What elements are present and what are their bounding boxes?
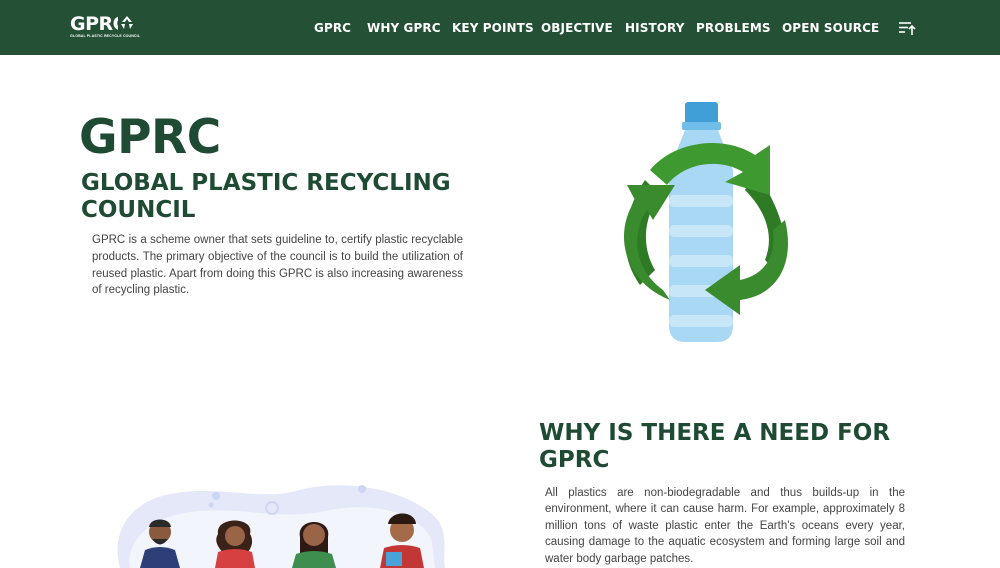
why-section-title: WHY IS THERE A NEED FOR GPRC <box>539 420 891 473</box>
sort-menu-icon[interactable] <box>898 20 916 36</box>
nav-link-key-points[interactable]: KEY POINTS <box>452 20 534 36</box>
hero-subtitle: GLOBAL PLASTIC RECYCLING COUNCIL <box>81 170 451 223</box>
nav-link-gprc[interactable]: GPRC <box>314 20 351 36</box>
recycle-bottle-illustration <box>623 102 788 342</box>
hero-title: GPRC <box>79 110 221 165</box>
top-navbar: GPRC GLOBAL PLASTIC RECYCLE COUNCIL GPRC… <box>0 0 1000 55</box>
nav-link-open-source[interactable]: OPEN SOURCE <box>782 20 879 36</box>
nav-links: GPRC WHY GPRC KEY POINTS OBJECTIVE HISTO… <box>0 20 1000 38</box>
nav-link-objective[interactable]: OBJECTIVE <box>541 20 613 36</box>
people-recycling-illustration <box>117 485 445 568</box>
why-section-description: All plastics are non-biodegradable and t… <box>545 487 905 565</box>
nav-link-history[interactable]: HISTORY <box>625 20 685 36</box>
nav-link-why-gprc[interactable]: WHY GPRC <box>367 20 441 36</box>
nav-link-problems[interactable]: PROBLEMS <box>696 20 771 36</box>
hero-description: GPRC is a scheme owner that sets guideli… <box>92 234 463 297</box>
